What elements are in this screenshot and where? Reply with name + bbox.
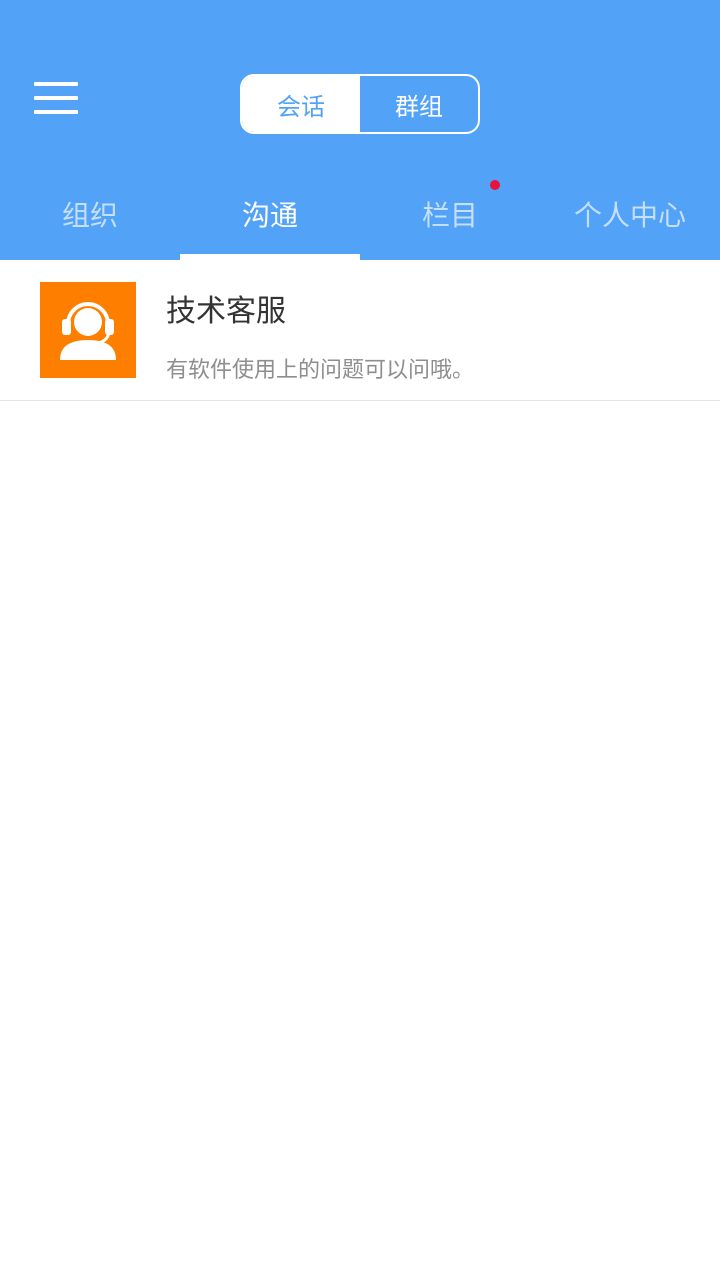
tab-communication[interactable]: 沟通 bbox=[180, 180, 360, 260]
tab-profile[interactable]: 个人中心 bbox=[540, 180, 720, 260]
conversation-type-toggle: 会话 群组 bbox=[240, 74, 480, 134]
headset-user-icon bbox=[40, 282, 136, 378]
notification-dot bbox=[490, 180, 500, 190]
conversation-title: 技术客服 bbox=[166, 294, 286, 329]
hamburger-icon-bar bbox=[34, 110, 78, 114]
hamburger-icon-bar bbox=[34, 82, 78, 86]
list-item[interactable]: 技术客服 有软件使用上的问题可以问哦。 bbox=[0, 260, 720, 401]
top-app-bar: 会话 群组 组织 沟通 栏目 个人中心 bbox=[0, 0, 720, 260]
segment-conversations[interactable]: 会话 bbox=[242, 76, 360, 132]
tab-columns[interactable]: 栏目 bbox=[360, 180, 540, 260]
tab-label: 个人中心 bbox=[573, 199, 686, 232]
tab-label: 组织 bbox=[61, 199, 118, 232]
menu-button[interactable] bbox=[26, 70, 86, 126]
tab-organization[interactable]: 组织 bbox=[0, 180, 180, 260]
tab-label: 沟通 bbox=[241, 199, 298, 232]
main-tabs: 组织 沟通 栏目 个人中心 bbox=[0, 180, 720, 260]
hamburger-icon-bar bbox=[34, 96, 78, 100]
conversation-preview: 有软件使用上的问题可以问哦。 bbox=[166, 358, 475, 383]
conversation-list: 技术客服 有软件使用上的问题可以问哦。 bbox=[0, 260, 720, 401]
segment-groups[interactable]: 群组 bbox=[360, 76, 478, 132]
tab-label: 栏目 bbox=[421, 199, 478, 232]
